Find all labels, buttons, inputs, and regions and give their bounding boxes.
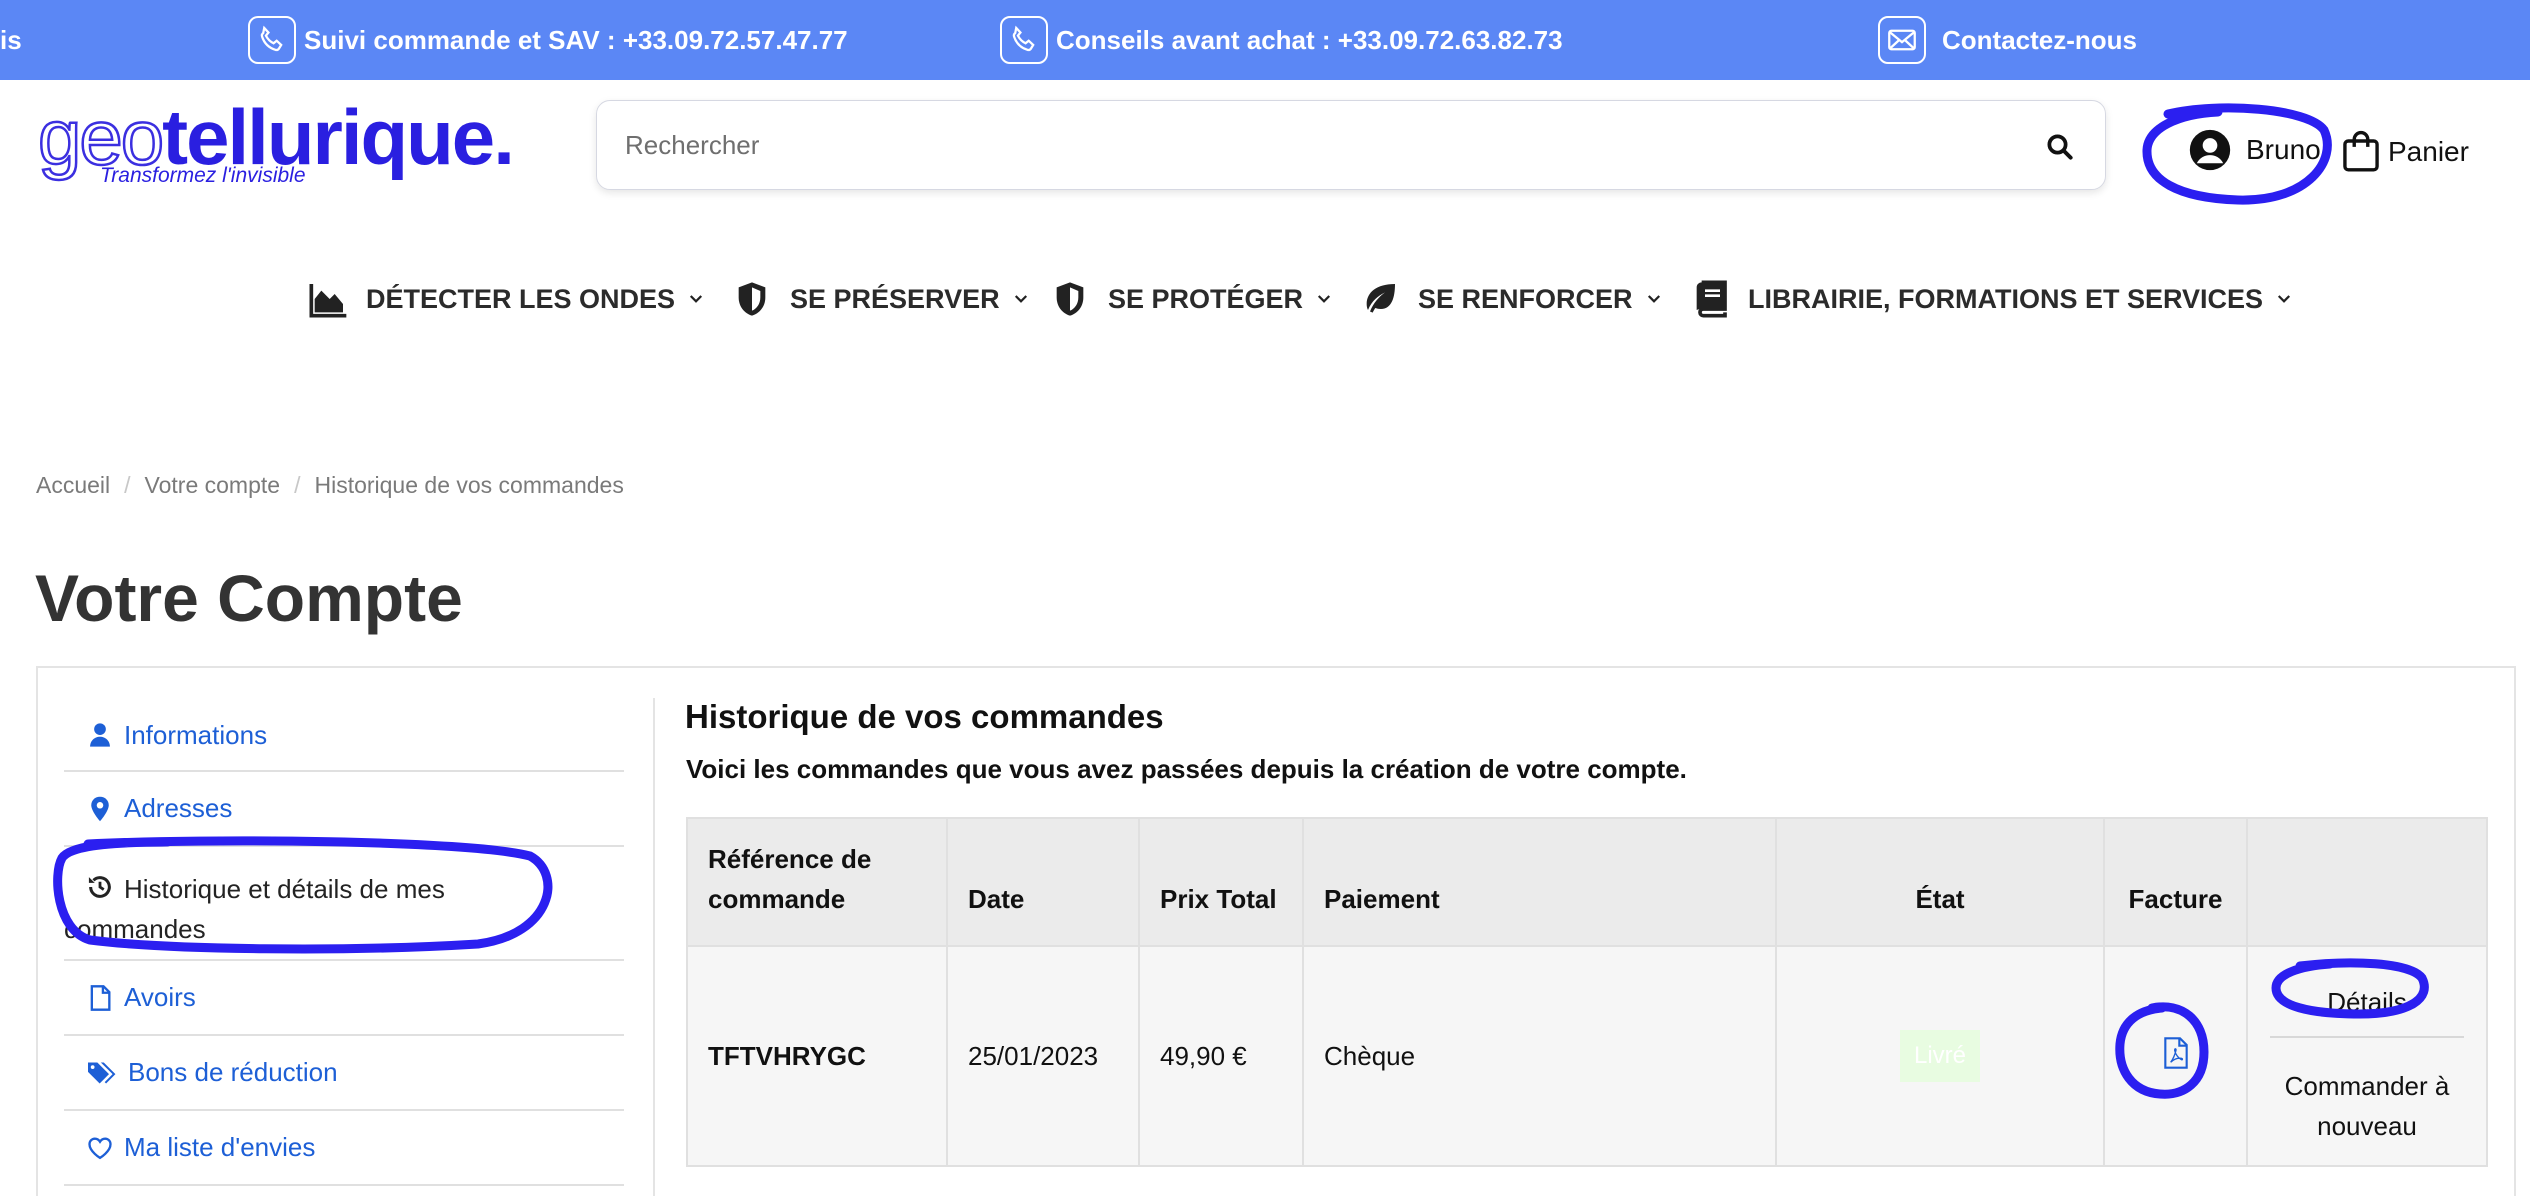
cart-link[interactable]: Panier — [2340, 130, 2469, 174]
order-state-cell: Livré — [1775, 945, 2105, 1167]
phone-icon — [1000, 16, 1048, 64]
shopping-bag-icon — [2343, 130, 2379, 172]
column-header-state: État — [1775, 817, 2105, 947]
logo-tagline: Transformez l'invisible — [100, 164, 306, 187]
nav-label: SE PROTÉGER — [1108, 283, 1304, 314]
breadcrumb-account[interactable]: Votre compte — [145, 472, 281, 498]
search-input[interactable] — [625, 129, 2025, 161]
topbar-partial-text: is — [0, 24, 22, 55]
sidebar-item-credit-slips[interactable]: Avoirs — [64, 961, 624, 1036]
top-info-bar: is Suivi commande et SAV : +33.09.72.57.… — [0, 0, 2530, 80]
sidebar-item-label: Historique et détails de mes commandes — [64, 874, 445, 944]
status-badge: Livré — [1899, 1030, 1981, 1082]
orders-intro: Voici les commandes que vous avez passée… — [686, 754, 1687, 784]
account-username: Bruno — [2246, 134, 2321, 165]
heart-icon — [88, 1136, 112, 1159]
nav-item-proteger[interactable]: SE PROTÉGER — [1050, 276, 1333, 322]
chevron-down-icon — [1318, 295, 1331, 303]
reorder-link[interactable]: Commander à nouveau — [2262, 1038, 2472, 1146]
order-reference: TFTVHRYGC — [686, 945, 948, 1167]
sidebar-item-vouchers[interactable]: Bons de réduction — [64, 1036, 624, 1111]
site-logo[interactable]: geotellurique. Transformez l'invisible — [37, 97, 515, 187]
sidebar-item-order-history[interactable]: Historique et détails de mes commandes — [64, 847, 624, 961]
cart-label: Panier — [2388, 136, 2469, 167]
shield-icon — [1056, 282, 1084, 316]
nav-item-preserver[interactable]: SE PRÉSERVER — [732, 276, 1030, 322]
leaf-icon — [1366, 284, 1395, 313]
advice-phone-link[interactable]: Conseils avant achat : +33.09.72.63.82.7… — [1000, 0, 1563, 80]
chevron-down-icon — [690, 295, 703, 303]
column-header-actions — [2246, 817, 2488, 947]
sidebar-item-label: Informations — [124, 719, 268, 750]
search-bar — [596, 100, 2106, 190]
sidebar-item-label: Adresses — [124, 793, 233, 823]
column-header-date: Date — [946, 817, 1140, 947]
shield-icon — [738, 282, 766, 316]
search-icon[interactable] — [2045, 132, 2075, 162]
chevron-down-icon — [1014, 295, 1027, 303]
sidebar-item-label: Ma liste d'envies — [124, 1132, 316, 1162]
account-link[interactable]: Bruno — [2188, 128, 2321, 172]
account-sidebar: Informations Adresses Historique et déta… — [64, 700, 624, 1186]
nav-item-renforcer[interactable]: SE RENFORCER — [1360, 276, 1663, 322]
breadcrumb: Accueil / Votre compte / Historique de vos c… — [36, 472, 624, 498]
chevron-down-icon — [2278, 295, 2291, 303]
nav-item-librairie[interactable]: LIBRAIRIE, FORMATIONS ET SERVICES — [1690, 276, 2293, 322]
tags-icon — [88, 1062, 116, 1083]
column-header-total: Prix Total — [1138, 817, 1304, 947]
orders-table: Référence de commande Date Prix Total Pa… — [686, 817, 2488, 1167]
book-icon — [1696, 280, 1727, 318]
order-invoice-cell — [2103, 945, 2248, 1167]
user-icon — [90, 723, 110, 747]
sidebar-item-label: Bons de réduction — [128, 1057, 338, 1087]
map-pin-icon — [91, 796, 109, 821]
support-phone-text: Suivi commande et SAV : +33.09.72.57.47.… — [304, 24, 848, 55]
order-date: 25/01/2023 — [946, 945, 1140, 1167]
contact-link[interactable]: Contactez-nous — [1878, 0, 2137, 80]
nav-label: LIBRAIRIE, FORMATIONS ET SERVICES — [1748, 283, 2264, 314]
nav-label: SE PRÉSERVER — [790, 283, 1000, 314]
phone-icon — [248, 16, 296, 64]
envelope-icon — [1878, 16, 1926, 64]
sidebar-item-informations[interactable]: Informations — [64, 700, 624, 772]
file-icon — [90, 984, 111, 1011]
table-row: TFTVHRYGC 25/01/2023 49,90 € Chèque Livr… — [686, 945, 2488, 1167]
breadcrumb-current[interactable]: Historique de vos commandes — [314, 472, 623, 498]
pdf-file-icon[interactable] — [2161, 1036, 2191, 1069]
main-navigation: DÉTECTER LES ONDES SE PRÉSERVER SE PROTÉ… — [0, 276, 2530, 322]
nav-label: DÉTECTER LES ONDES — [366, 283, 676, 314]
sidebar-item-wishlist[interactable]: Ma liste d'envies — [64, 1111, 624, 1186]
nav-label: SE RENFORCER — [1418, 283, 1633, 314]
logo-dot: . — [493, 93, 515, 181]
table-header-row: Référence de commande Date Prix Total Pa… — [686, 817, 2488, 947]
order-payment: Chèque — [1302, 945, 1777, 1167]
column-header-invoice: Facture — [2103, 817, 2248, 947]
sidebar-item-label: Avoirs — [124, 982, 196, 1012]
page-title: Votre Compte — [35, 561, 463, 635]
nav-item-detecter[interactable]: DÉTECTER LES ONDES — [308, 276, 705, 322]
chevron-down-icon — [1647, 295, 1660, 303]
breadcrumb-home[interactable]: Accueil — [36, 472, 110, 498]
advice-phone-text: Conseils avant achat : +33.09.72.63.82.7… — [1056, 24, 1563, 55]
order-actions-cell: Détails Commander à nouveau — [2246, 945, 2488, 1167]
orders-heading: Historique de vos commandes — [685, 698, 1164, 735]
column-header-payment: Paiement — [1302, 817, 1777, 947]
support-phone-link[interactable]: Suivi commande et SAV : +33.09.72.57.47.… — [248, 0, 848, 80]
order-details-link[interactable]: Détails — [2270, 967, 2464, 1038]
sidebar-item-addresses[interactable]: Adresses — [64, 772, 624, 847]
column-header-reference: Référence de commande — [686, 817, 948, 947]
order-total: 49,90 € — [1138, 945, 1304, 1167]
panel-divider — [653, 698, 655, 1196]
contact-text: Contactez-nous — [1942, 24, 2137, 55]
user-circle-icon — [2189, 129, 2231, 171]
area-chart-icon — [309, 284, 347, 318]
